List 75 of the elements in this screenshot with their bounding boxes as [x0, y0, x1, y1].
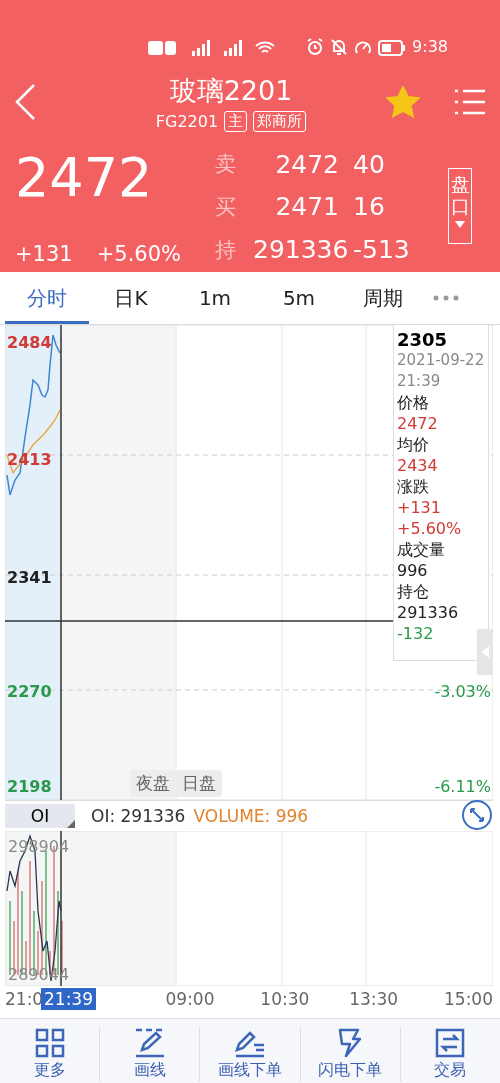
- back-icon[interactable]: [14, 83, 36, 121]
- gauge-icon: [354, 38, 373, 56]
- last-price: 2472: [15, 148, 154, 208]
- star-icon[interactable]: [386, 86, 420, 118]
- period-tab[interactable]: 日K: [89, 272, 173, 324]
- toolbar-button[interactable]: 画线: [99, 1026, 200, 1082]
- tag: 主: [224, 110, 248, 132]
- swap-icon: [435, 1027, 466, 1058]
- toolbar-button[interactable]: 画线下单: [199, 1026, 300, 1082]
- time-axis-label: 09:00: [164, 989, 215, 1009]
- collapse-handle[interactable]: [477, 629, 493, 675]
- hd-icon: [148, 40, 178, 56]
- tooltip-line: 2434: [397, 455, 439, 476]
- contract-title: 玻璃2201: [169, 73, 293, 108]
- tooltip-line: 持仓: [397, 581, 430, 602]
- percent-axis-label: -3.03%: [434, 682, 491, 701]
- tooltip-line: 2472: [397, 413, 439, 434]
- tooltip-line: 成交量: [397, 539, 446, 560]
- contract-code: FG2201: [155, 111, 219, 131]
- percent-axis-label: -6.11%: [434, 777, 491, 796]
- session-option[interactable]: 夜盘: [130, 770, 176, 797]
- tooltip-line: 996: [397, 560, 429, 581]
- tooltip-line: 涨跌: [397, 476, 430, 497]
- corner-triangle-icon: [67, 820, 75, 828]
- tooltip-line: +131: [397, 497, 442, 518]
- price-change: +131: [15, 242, 73, 266]
- battery-icon: [378, 40, 407, 56]
- clock-time: 9:38: [412, 37, 448, 56]
- toolbar-button[interactable]: 闪电下单: [299, 1026, 400, 1082]
- toolbar-button[interactable]: 更多: [0, 1026, 100, 1082]
- quote-price: 2472: [274, 149, 340, 179]
- price-axis-label: 2484: [7, 333, 52, 352]
- period-tab[interactable]: 周期: [341, 272, 425, 324]
- open-interest-reading: OI: 291336: [91, 806, 186, 826]
- tooltip-line: -132: [397, 623, 435, 644]
- time-axis-label: 21:0: [5, 989, 41, 1009]
- quote-label: 买: [215, 194, 237, 221]
- pencil-icon: [133, 1027, 166, 1058]
- quote-label: 卖: [215, 151, 237, 179]
- more-icon[interactable]: [433, 295, 459, 301]
- caret-icon: [455, 221, 465, 229]
- quote-label: 持: [215, 236, 237, 264]
- indicator-dropdown[interactable]: OI: [5, 804, 75, 828]
- caret-icon: [481, 646, 489, 658]
- tooltip-time: 21:39: [397, 371, 442, 392]
- period-tab[interactable]: 1m: [173, 272, 257, 324]
- quote-volume: 16: [353, 192, 386, 222]
- grid-icon: [34, 1027, 65, 1058]
- quote-price: 291336: [253, 235, 350, 265]
- bell-off-icon: [330, 38, 349, 56]
- quote-volume: -513: [353, 235, 411, 265]
- volume-reading: VOLUME: 996: [193, 806, 309, 826]
- time-axis-label: 15:00: [443, 989, 493, 1009]
- quote-price: 2471: [274, 192, 340, 222]
- tooltip-line: 291336: [397, 602, 460, 623]
- session-option[interactable]: 日盘: [176, 770, 222, 797]
- tooltip-line: 价格: [397, 392, 430, 413]
- tag: 郑商所: [253, 110, 307, 132]
- time-axis-label: 13:30: [348, 989, 399, 1009]
- tooltip-title: 2305: [397, 329, 449, 350]
- quote-volume: 40: [353, 149, 386, 179]
- toolbar-button[interactable]: 交易: [399, 1026, 500, 1082]
- menu-icon[interactable]: [454, 88, 486, 116]
- tooltip-date: 2021-09-22: [397, 350, 485, 371]
- tooltip-line: 均价: [397, 434, 430, 455]
- price-axis-label: 2198: [7, 777, 52, 796]
- period-tab[interactable]: 5m: [257, 272, 341, 324]
- price-axis-label: 2341: [7, 568, 52, 587]
- alarm-icon: [306, 38, 325, 56]
- price-axis-label: 2270: [7, 682, 52, 701]
- time-axis-label: 10:30: [259, 989, 310, 1009]
- cursor-time-badge: 21:39: [41, 988, 96, 1010]
- tooltip-line: +5.60%: [397, 518, 463, 539]
- price-change-percent: +5.60%: [96, 242, 181, 266]
- order-book-toggle[interactable]: 盘口: [448, 168, 472, 244]
